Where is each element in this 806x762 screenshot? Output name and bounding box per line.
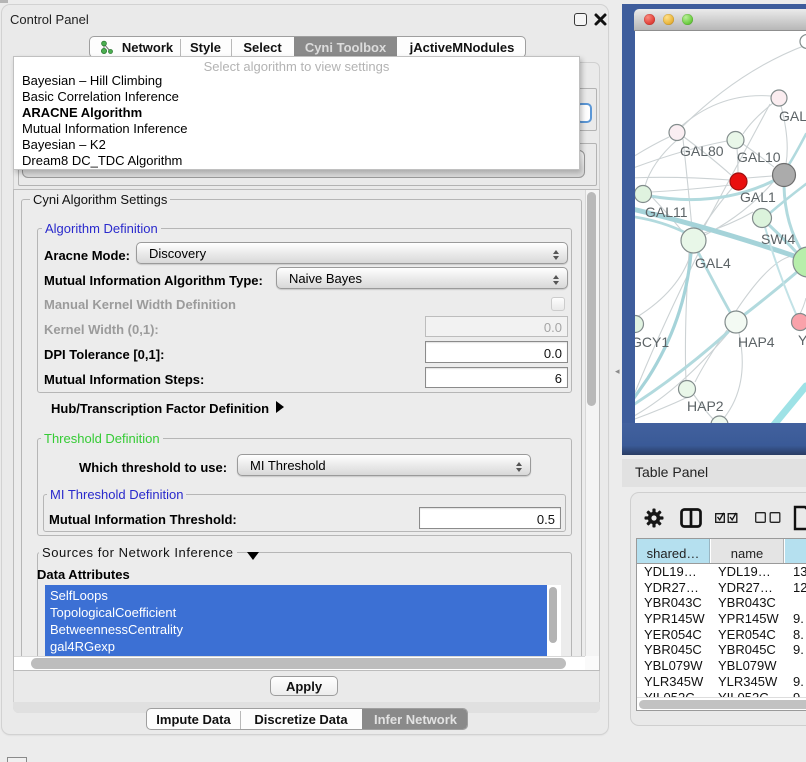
- svg-text:YEL: YEL: [798, 332, 806, 348]
- svg-text:GAL4: GAL4: [695, 255, 731, 271]
- svg-text:GAL10: GAL10: [737, 149, 781, 165]
- svg-text:HAP2: HAP2: [687, 398, 724, 414]
- svg-text:GAL2: GAL2: [779, 108, 806, 124]
- svg-text:GAL11: GAL11: [645, 204, 688, 220]
- svg-text:GAL1: GAL1: [740, 189, 776, 205]
- svg-text:GAL80: GAL80: [680, 143, 724, 159]
- svg-text:GCY1: GCY1: [635, 334, 669, 350]
- svg-text:HAP4: HAP4: [738, 334, 775, 350]
- svg-text:SWI4: SWI4: [761, 231, 795, 247]
